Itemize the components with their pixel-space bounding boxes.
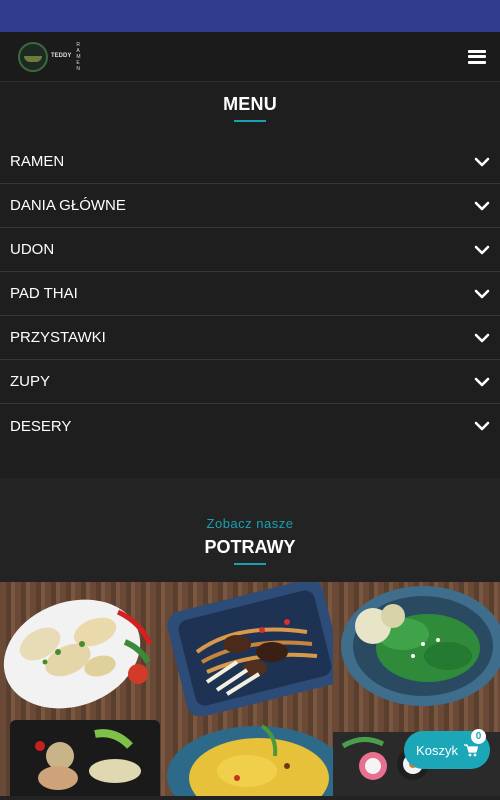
chevron-down-icon bbox=[474, 201, 490, 210]
menu-title: MENU bbox=[223, 94, 277, 114]
hamburger-icon[interactable] bbox=[468, 49, 486, 64]
yellow-rice-image bbox=[166, 724, 334, 796]
dish-photo-dumplings[interactable] bbox=[0, 582, 167, 716]
dish-photo-yellow-rice[interactable] bbox=[166, 716, 334, 796]
grilled-plate-image bbox=[10, 720, 160, 796]
site-header: TEDDY R A M E N bbox=[0, 32, 500, 82]
chevron-down-icon bbox=[474, 421, 490, 431]
beef-noodles-image bbox=[166, 582, 334, 716]
menu-category-label: DESERY bbox=[10, 417, 72, 435]
cart-label: Koszyk bbox=[416, 742, 458, 758]
title-underline bbox=[234, 563, 266, 565]
dumplings-image bbox=[3, 599, 153, 709]
logo-text: TEDDY bbox=[51, 53, 71, 60]
chevron-down-icon bbox=[474, 245, 490, 254]
dishes-title: POTRAWY bbox=[204, 537, 296, 557]
shopping-cart-icon bbox=[463, 743, 478, 756]
menu-category-label: UDON bbox=[10, 241, 55, 258]
menu-category-desery[interactable]: DESERY bbox=[0, 404, 500, 448]
dish-photo-grilled-plate[interactable] bbox=[0, 716, 167, 796]
dish-photo-beef-noodles[interactable] bbox=[166, 582, 334, 716]
menu-category-label: PAD THAI bbox=[10, 285, 78, 302]
menu-category-ramen[interactable]: RAMEN bbox=[0, 140, 500, 184]
chevron-down-icon bbox=[474, 333, 490, 342]
logo-side-text: R A M E N bbox=[76, 42, 80, 72]
menu-category-zupy[interactable]: ZUPY bbox=[0, 360, 500, 404]
menu-category-przystawki[interactable]: PRZYSTAWKI bbox=[0, 316, 500, 360]
seaweed-salad-image bbox=[341, 586, 500, 706]
menu-category-label: RAMEN bbox=[10, 153, 65, 170]
menu-category-label: ZUPY bbox=[10, 373, 51, 390]
cart-count-badge: 0 bbox=[471, 729, 486, 744]
menu-category-label: PRZYSTAWKI bbox=[10, 329, 106, 346]
title-underline bbox=[234, 120, 266, 122]
dish-photo-seaweed-salad[interactable] bbox=[333, 582, 500, 716]
menu-category-udon[interactable]: UDON bbox=[0, 228, 500, 272]
logo[interactable]: TEDDY R A M E N bbox=[18, 41, 81, 72]
logo-top-text: TEDDY bbox=[51, 53, 72, 59]
status-bar bbox=[0, 0, 500, 32]
menu-category-dania-glowne[interactable]: DANIA GŁÓWNE bbox=[0, 184, 500, 228]
ramen-bowl-logo-icon bbox=[18, 41, 48, 72]
menu-section: MENU RAMEN DANIA GŁÓWNE UDON PAD THAI PR… bbox=[0, 82, 500, 478]
menu-category-list: RAMEN DANIA GŁÓWNE UDON PAD THAI PRZYSTA… bbox=[0, 140, 500, 448]
chevron-down-icon bbox=[474, 377, 490, 386]
chevron-down-icon bbox=[474, 157, 490, 166]
cart-button[interactable]: Koszyk 0 bbox=[404, 729, 490, 769]
chevron-down-icon bbox=[474, 289, 490, 298]
menu-category-label: DANIA GŁÓWNE bbox=[10, 197, 126, 214]
menu-category-pad-thai[interactable]: PAD THAI bbox=[0, 272, 500, 316]
logo-letter: N bbox=[76, 65, 80, 72]
dishes-subtitle: Zobacz nasze bbox=[206, 516, 294, 531]
